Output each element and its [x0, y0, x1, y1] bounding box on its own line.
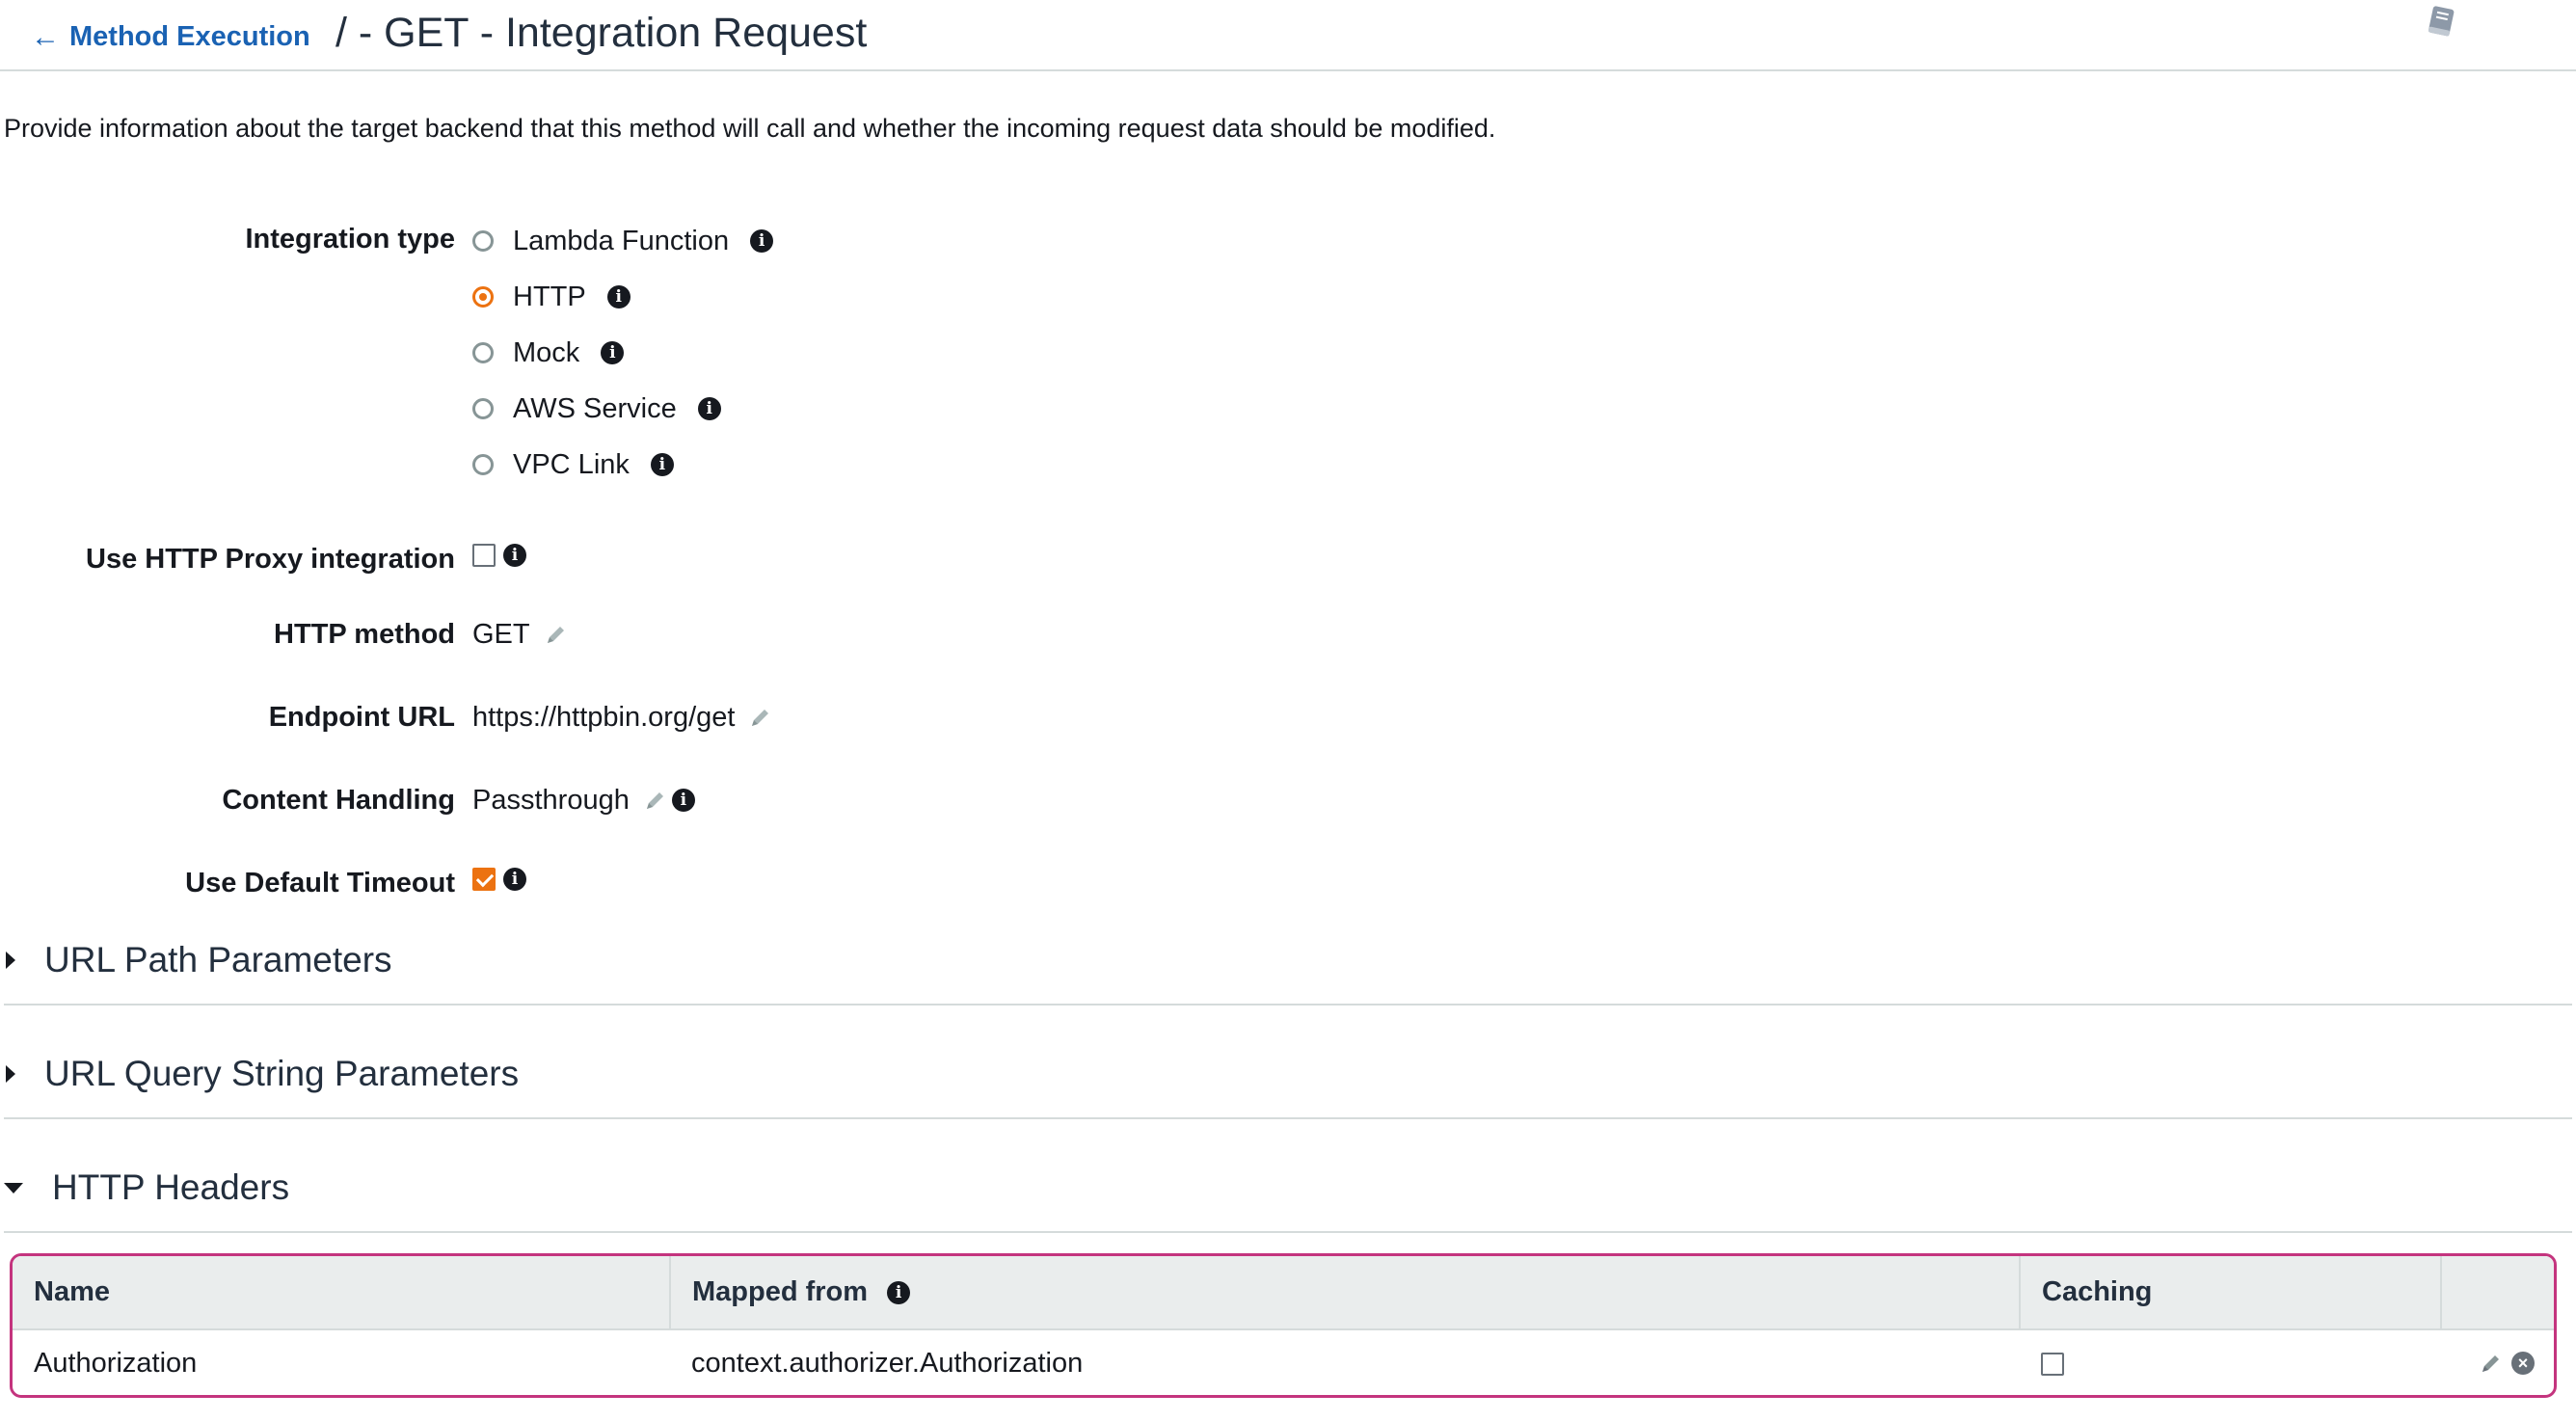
section-http-headers[interactable]: HTTP Headers [4, 1159, 2572, 1217]
default-timeout-control: i [472, 860, 526, 898]
radio-http[interactable]: HTTP i [472, 278, 631, 316]
radio-label: Mock [513, 336, 580, 368]
default-timeout-checkbox[interactable] [472, 868, 496, 891]
info-icon[interactable]: i [601, 341, 625, 364]
radio-vpc-link[interactable]: VPC Link i [472, 445, 674, 484]
mapped-from-cell: context.authorizer.Authorization [691, 1347, 1084, 1379]
column-header-mapped-from: Mapped from i [670, 1256, 2021, 1330]
radio-button[interactable] [472, 398, 494, 419]
info-icon[interactable]: i [503, 544, 526, 567]
table-header-row: Name Mapped from i Caching [13, 1256, 2554, 1330]
info-icon[interactable]: i [650, 453, 674, 476]
radio-button[interactable] [472, 230, 494, 252]
page-title: / - GET - Integration Request [335, 10, 868, 56]
radio-lambda-function[interactable]: Lambda Function i [472, 222, 774, 260]
column-header-label: Mapped from [692, 1276, 869, 1307]
table-row: Authorization context.authorizer.Authori… [13, 1329, 2554, 1395]
caching-checkbox[interactable] [2041, 1352, 2064, 1376]
caret-down-icon [4, 1182, 23, 1193]
proxy-integration-checkbox[interactable] [472, 544, 496, 567]
integration-type-label: Integration type [245, 224, 455, 255]
radio-label: HTTP [513, 281, 586, 312]
content-handling-value-row: Passthrough i [472, 781, 695, 819]
radio-label: VPC Link [513, 448, 630, 480]
integration-request-page: ← Method Execution / - GET - Integration… [0, 0, 2576, 1421]
radio-button[interactable] [472, 286, 494, 308]
page-description: Provide information about the target bac… [4, 114, 1496, 143]
http-method-value-row: GET [472, 615, 569, 654]
http-headers-table: Name Mapped from i Caching Authorization… [10, 1253, 2557, 1398]
column-header-caching: Caching [2020, 1256, 2442, 1330]
default-timeout-label: Use Default Timeout [185, 868, 455, 898]
method-execution-back-link[interactable]: ← Method Execution [31, 21, 310, 53]
caret-right-icon [6, 952, 15, 969]
book-icon[interactable] [2422, 2, 2462, 42]
proxy-integration-control: i [472, 536, 526, 575]
section-url-query-string-parameters[interactable]: URL Query String Parameters [4, 1045, 2572, 1103]
info-icon[interactable]: i [606, 285, 631, 308]
page-header: ← Method Execution / - GET - Integration… [0, 0, 2576, 71]
endpoint-url-value-row: https://httpbin.org/get [472, 698, 773, 737]
column-header-name: Name [13, 1256, 671, 1330]
section-url-path-parameters[interactable]: URL Path Parameters [4, 931, 2572, 989]
caching-cell [2020, 1329, 2441, 1395]
radio-aws-service[interactable]: AWS Service i [472, 389, 721, 428]
pencil-icon[interactable] [544, 622, 569, 647]
radio-button[interactable] [472, 342, 494, 363]
content-handling-label: Content Handling [222, 785, 455, 816]
section-title: URL Path Parameters [44, 940, 392, 979]
endpoint-url-value: https://httpbin.org/get [472, 701, 736, 733]
endpoint-url-label: Endpoint URL [268, 702, 455, 733]
section-divider [4, 1231, 2572, 1233]
section-divider [4, 1117, 2572, 1119]
back-link-label: Method Execution [69, 21, 310, 52]
section-title: URL Query String Parameters [44, 1054, 520, 1093]
caret-right-icon [6, 1065, 15, 1083]
header-name-cell: Authorization [34, 1347, 198, 1379]
section-divider [4, 1004, 2572, 1005]
row-actions-cell: × [2441, 1329, 2554, 1395]
info-icon[interactable]: i [503, 868, 526, 891]
radio-label: AWS Service [513, 392, 677, 424]
column-header-actions [2441, 1256, 2554, 1330]
info-icon[interactable]: i [671, 789, 695, 812]
pencil-icon[interactable] [643, 788, 668, 813]
arrow-left-icon: ← [31, 20, 60, 53]
info-icon[interactable]: i [697, 397, 721, 420]
radio-label: Lambda Function [513, 225, 730, 256]
http-method-label: HTTP method [274, 619, 455, 650]
info-icon[interactable]: i [887, 1280, 911, 1304]
http-method-value: GET [472, 618, 530, 650]
pencil-icon[interactable] [748, 705, 773, 730]
close-circle-icon[interactable]: × [2511, 1352, 2535, 1375]
proxy-integration-label: Use HTTP Proxy integration [86, 544, 455, 575]
radio-mock[interactable]: Mock i [472, 334, 625, 372]
section-title: HTTP Headers [52, 1167, 290, 1207]
pencil-icon[interactable] [2479, 1351, 2504, 1376]
info-icon[interactable]: i [750, 229, 774, 253]
radio-button[interactable] [472, 454, 494, 475]
content-handling-value: Passthrough [472, 784, 630, 816]
